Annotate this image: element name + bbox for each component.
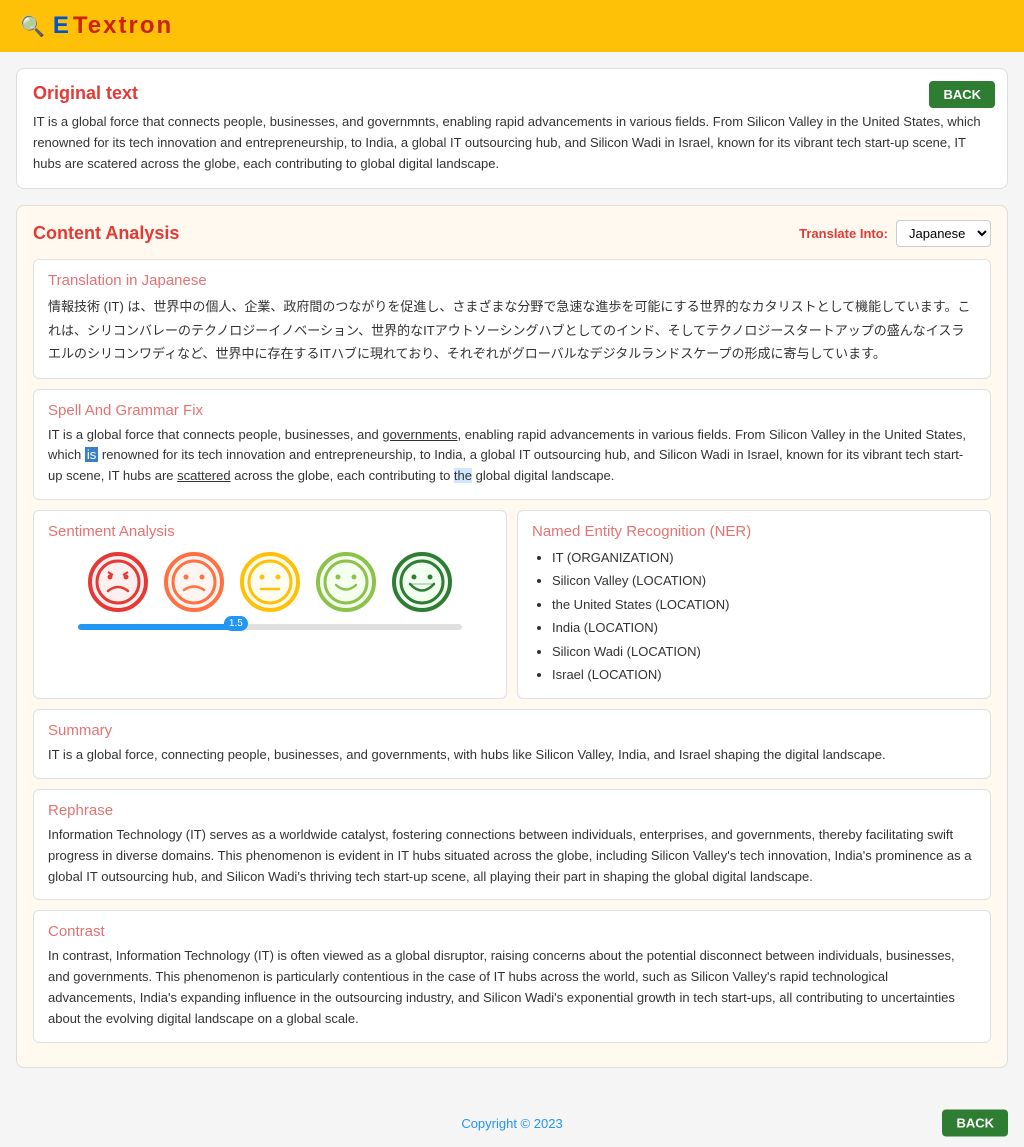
translation-body: 情報技術 (IT) は、世界中の個人、企業、政府間のつながりを促進し、さまざまな…: [48, 295, 976, 365]
translation-title: Translation in Japanese: [48, 272, 976, 289]
face-4: [316, 552, 376, 612]
back-button-bottom[interactable]: BACK: [942, 1110, 1008, 1137]
logo: 🔍 E Textron: [20, 12, 173, 40]
translation-section: Translation in Japanese 情報技術 (IT) は、世界中の…: [33, 259, 991, 378]
corrected-word-governments: governments: [382, 427, 457, 442]
face-2: [164, 552, 224, 612]
highlighted-the: the: [454, 468, 472, 483]
original-text-title: Original text: [33, 83, 991, 104]
face-5: [392, 552, 452, 612]
highlighted-is: is: [85, 447, 98, 462]
face-3: [240, 552, 300, 612]
face-1: [88, 552, 148, 612]
summary-section: Summary IT is a global force, connecting…: [33, 709, 991, 779]
logo-icon: 🔍: [20, 14, 45, 39]
ner-item: Silicon Wadi (LOCATION): [552, 640, 976, 663]
header: 🔍 E Textron: [0, 0, 1024, 52]
content-analysis-section: Content Analysis Translate Into: Japanes…: [16, 205, 1008, 1067]
ner-item: India (LOCATION): [552, 616, 976, 639]
spell-grammar-title: Spell And Grammar Fix: [48, 402, 976, 419]
rephrase-section: Rephrase Information Technology (IT) ser…: [33, 789, 991, 900]
spell-grammar-section: Spell And Grammar Fix IT is a global for…: [33, 389, 991, 500]
ner-section: Named Entity Recognition (NER) IT (ORGAN…: [517, 510, 991, 699]
contrast-section: Contrast In contrast, Information Techno…: [33, 910, 991, 1042]
main-content: BACK Original text IT is a global force …: [0, 52, 1024, 1100]
ner-item: Silicon Valley (LOCATION): [552, 569, 976, 592]
original-text-body: IT is a global force that connects peopl…: [33, 112, 991, 174]
translate-into-row: Translate Into: Japanese French Spanish …: [799, 220, 991, 247]
rephrase-body: Information Technology (IT) serves as a …: [48, 825, 976, 887]
contrast-body: In contrast, Information Technology (IT)…: [48, 946, 976, 1029]
content-analysis-title: Content Analysis: [33, 223, 179, 244]
translate-label: Translate Into:: [799, 226, 888, 241]
ner-item: IT (ORGANIZATION): [552, 546, 976, 569]
footer: Copyright © 2023 BACK: [0, 1100, 1024, 1147]
corrected-word-scattered: scattered: [177, 468, 230, 483]
slider-thumb: 1.5: [224, 616, 248, 631]
sentiment-section: Sentiment Analysis: [33, 510, 507, 699]
sentiment-faces: [48, 552, 492, 612]
rephrase-title: Rephrase: [48, 802, 976, 819]
summary-title: Summary: [48, 722, 976, 739]
ner-item: the United States (LOCATION): [552, 593, 976, 616]
ner-list: IT (ORGANIZATION) Silicon Valley (LOCATI…: [532, 546, 976, 686]
logo-text: Textron: [73, 12, 173, 40]
original-text-section: BACK Original text IT is a global force …: [16, 68, 1008, 189]
logo-letter: E: [53, 12, 69, 40]
ner-title: Named Entity Recognition (NER): [532, 523, 976, 540]
summary-body: IT is a global force, connecting people,…: [48, 745, 976, 766]
content-analysis-header: Content Analysis Translate Into: Japanes…: [33, 220, 991, 247]
contrast-title: Contrast: [48, 923, 976, 940]
spell-grammar-body: IT is a global force that connects peopl…: [48, 425, 976, 487]
sentiment-title: Sentiment Analysis: [48, 523, 492, 540]
sentiment-ner-row: Sentiment Analysis: [33, 510, 991, 699]
translate-select[interactable]: Japanese French Spanish German Chinese: [896, 220, 991, 247]
sentiment-slider-container: 1.5: [48, 620, 492, 634]
back-button-top[interactable]: BACK: [929, 81, 995, 108]
ner-item: Israel (LOCATION): [552, 663, 976, 686]
slider-fill: [78, 624, 232, 630]
copyright-text: Copyright © 2023: [461, 1116, 562, 1131]
slider-track: 1.5: [78, 624, 462, 630]
